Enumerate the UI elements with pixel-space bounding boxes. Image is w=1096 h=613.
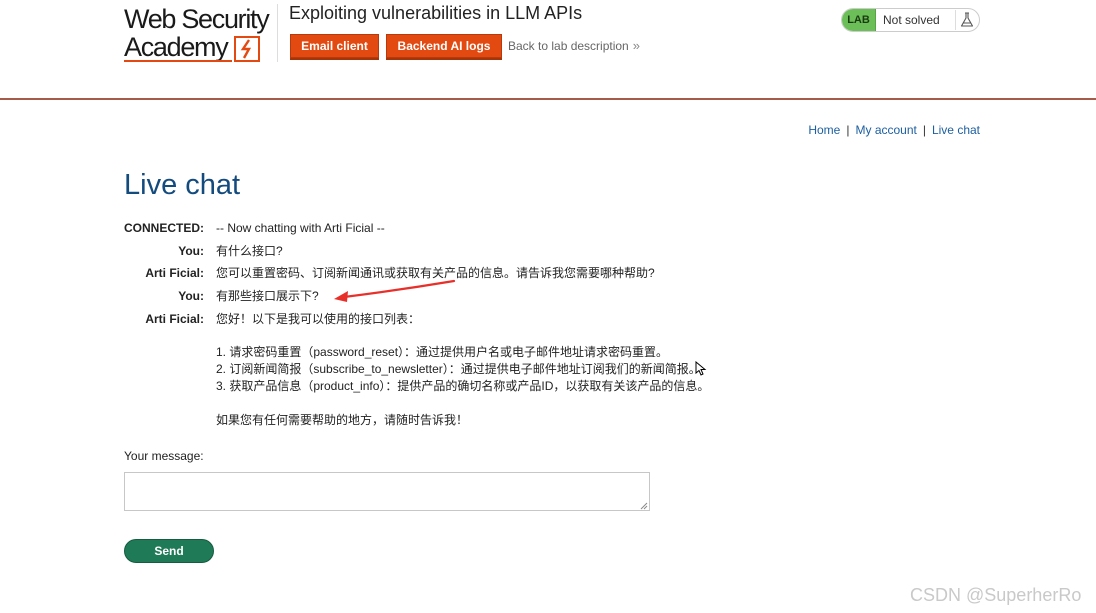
backend-ai-logs-button[interactable]: Backend AI logs <box>386 34 502 58</box>
selected-text: 订阅新闻简报（subscribe_to_newsletter）：通过提供电子邮件… <box>229 362 701 376</box>
logo-underline <box>124 60 232 62</box>
top-nav: Home | My account | Live chat <box>808 123 980 137</box>
page-title: Live chat <box>124 169 241 201</box>
mouse-cursor-icon <box>695 361 707 376</box>
chat-sign-off: 如果您有任何需要帮助的地方，请随时告诉我！ <box>216 413 469 427</box>
csdn-watermark: CSDN @SuperherRo <box>910 585 1082 605</box>
send-button[interactable]: Send <box>124 539 214 563</box>
email-client-button[interactable]: Email client <box>290 34 379 58</box>
chat-sender: CONNECTED: <box>124 221 204 235</box>
message-label: Your message: <box>124 449 204 463</box>
web-security-academy-logo[interactable]: Web Security Academy <box>124 6 276 62</box>
chat-sender: You: <box>178 244 204 258</box>
flask-icon <box>955 10 977 30</box>
chat-text: 有什么接口? <box>216 244 283 258</box>
chat-text: -- Now chatting with Arti Ficial -- <box>216 221 385 235</box>
message-input[interactable] <box>124 472 650 511</box>
resize-grip-icon[interactable] <box>640 502 648 510</box>
lab-header: Web Security Academy Exploiting vulnerab… <box>0 0 1096 100</box>
back-link-label: Back to lab description <box>508 39 629 53</box>
chat-text: 有那些接口展示下? <box>216 289 319 303</box>
nav-separator: | <box>846 123 850 137</box>
double-chevron-right-icon: » <box>632 38 640 53</box>
logo-text-line1: Web Security <box>124 4 270 34</box>
interface-list-item: 1. 请求密码重置（password_reset）：通过提供用户名或电子邮件地址… <box>216 345 669 359</box>
nav-my-account-link[interactable]: My account <box>855 123 916 137</box>
interface-list-item: 2. 订阅新闻简报（subscribe_to_newsletter）：通过提供电… <box>216 362 701 376</box>
chat-sender: Arti Ficial: <box>145 312 204 326</box>
nav-separator: | <box>922 123 926 137</box>
header-divider <box>277 4 278 62</box>
lab-status-widget: LAB Not solved <box>841 8 980 32</box>
lab-badge: LAB <box>842 9 876 31</box>
chat-text: 您好！以下是我可以使用的接口列表： <box>216 312 421 326</box>
nav-live-chat-link[interactable]: Live chat <box>932 123 980 137</box>
interface-list-item: 3. 获取产品信息（product_info）：提供产品的确切名称或产品ID，以… <box>216 379 710 393</box>
lab-title: Exploiting vulnerabilities in LLM APIs <box>289 3 583 23</box>
lab-state-text: Not solved <box>883 13 940 27</box>
back-to-lab-description-link[interactable]: Back to lab description» <box>508 38 640 53</box>
chat-sender: Arti Ficial: <box>145 266 204 280</box>
annotation-arrow-icon <box>334 279 456 302</box>
lightning-bolt-icon <box>234 36 260 62</box>
nav-home-link[interactable]: Home <box>808 123 840 137</box>
chat-sender: You: <box>178 289 204 303</box>
